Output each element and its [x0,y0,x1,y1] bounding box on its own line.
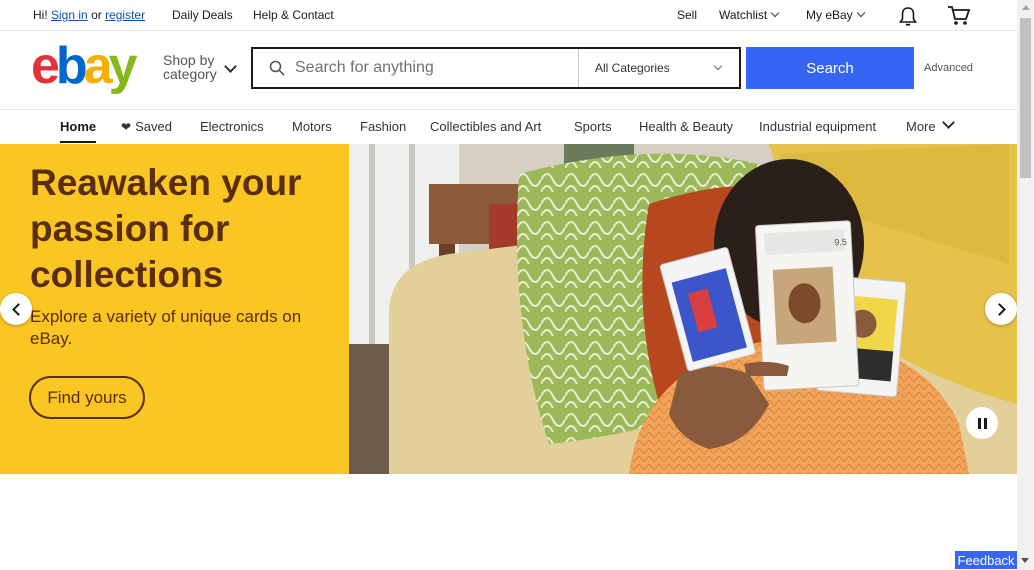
search-icon [269,60,285,76]
chevron-right-icon [992,302,1006,316]
tab-health-beauty[interactable]: Health & Beauty [639,119,733,134]
tab-electronics[interactable]: Electronics [200,119,264,134]
shop-by-category-button[interactable]: Shop by category [163,53,217,81]
search-button[interactable]: Search [746,47,914,89]
hero-text-panel: Reawaken your passion for collections Ex… [0,144,349,474]
tab-sports[interactable]: Sports [574,119,612,134]
tab-saved-label: Saved [135,119,172,134]
header: ebay Shop by category Search for anythin… [0,31,1017,110]
sign-in-link[interactable]: Sign in [51,8,88,22]
chevron-down-icon [713,61,723,71]
find-yours-button[interactable]: Find yours [29,376,145,419]
category-nav: Home ❤ Saved Electronics Motors Fashion C… [0,110,1017,144]
pause-icon-bar [983,417,987,429]
or-text: or [91,8,102,22]
cart-icon[interactable] [947,5,971,27]
scroll-up-arrow-icon[interactable] [1022,5,1030,10]
ebay-logo[interactable]: ebay [31,40,138,92]
sell-link[interactable]: Sell [677,8,697,22]
hero-banner: Reawaken your passion for collections Ex… [0,144,1017,474]
tab-motors[interactable]: Motors [292,119,332,134]
tab-more[interactable]: More [906,116,955,134]
greeting-text: Hi! [33,8,48,22]
active-tab-indicator [60,141,96,143]
bell-icon[interactable] [897,5,919,27]
chevron-down-icon [770,8,780,18]
category-select-value: All Categories [595,61,670,75]
tab-fashion[interactable]: Fashion [360,119,406,134]
feedback-button[interactable]: Feedback [955,551,1017,569]
tab-collectibles-and-art[interactable]: Collectibles and Art [430,119,541,134]
search-input[interactable]: Search for anything [253,49,579,87]
carousel-previous-button[interactable] [0,293,32,325]
hero-subtext: Explore a variety of unique cards on eBa… [30,307,302,348]
pause-icon [977,417,981,429]
top-utility-bar: Hi! Sign in or register Daily Deals Help… [0,0,1017,31]
carousel-next-button[interactable] [985,293,1017,325]
card-grade-text: 9.5 [834,237,847,248]
my-ebay-label: My eBay [806,8,853,22]
search-placeholder: Search for anything [295,59,434,76]
tab-more-label: More [906,119,936,134]
category-label: category [163,66,217,82]
scroll-down-arrow-icon[interactable] [1021,558,1029,563]
watchlist-menu[interactable]: Watchlist [719,8,780,22]
chevron-down-icon [941,116,955,129]
my-ebay-menu[interactable]: My eBay [806,8,865,22]
register-link[interactable]: register [105,8,145,22]
tab-home[interactable]: Home [60,119,96,134]
watchlist-label: Watchlist [719,8,768,22]
category-select[interactable]: All Categories [579,49,739,87]
advanced-search-link[interactable]: Advanced [924,62,973,74]
greeting: Hi! Sign in or register [33,8,145,22]
hero-headline: Reawaken your passion for collections [30,162,302,295]
scrollbar-thumb[interactable] [1020,18,1031,178]
carousel-pause-button[interactable] [966,407,998,439]
heart-icon: ❤ [121,120,132,134]
search-bar: Search for anything All Categories [251,47,741,89]
chevron-down-icon[interactable] [224,60,237,73]
chevron-down-icon [856,8,865,18]
chevron-left-icon [11,302,25,316]
help-contact-link[interactable]: Help & Contact [253,8,334,22]
tab-saved[interactable]: ❤ Saved [121,119,172,134]
tab-industrial-equipment[interactable]: Industrial equipment [759,119,876,134]
shop-by-label: Shop by [163,52,215,68]
page-scrollbar[interactable] [1017,0,1034,570]
daily-deals-link[interactable]: Daily Deals [172,8,233,22]
hero-image[interactable]: 9.5 [349,144,1017,474]
